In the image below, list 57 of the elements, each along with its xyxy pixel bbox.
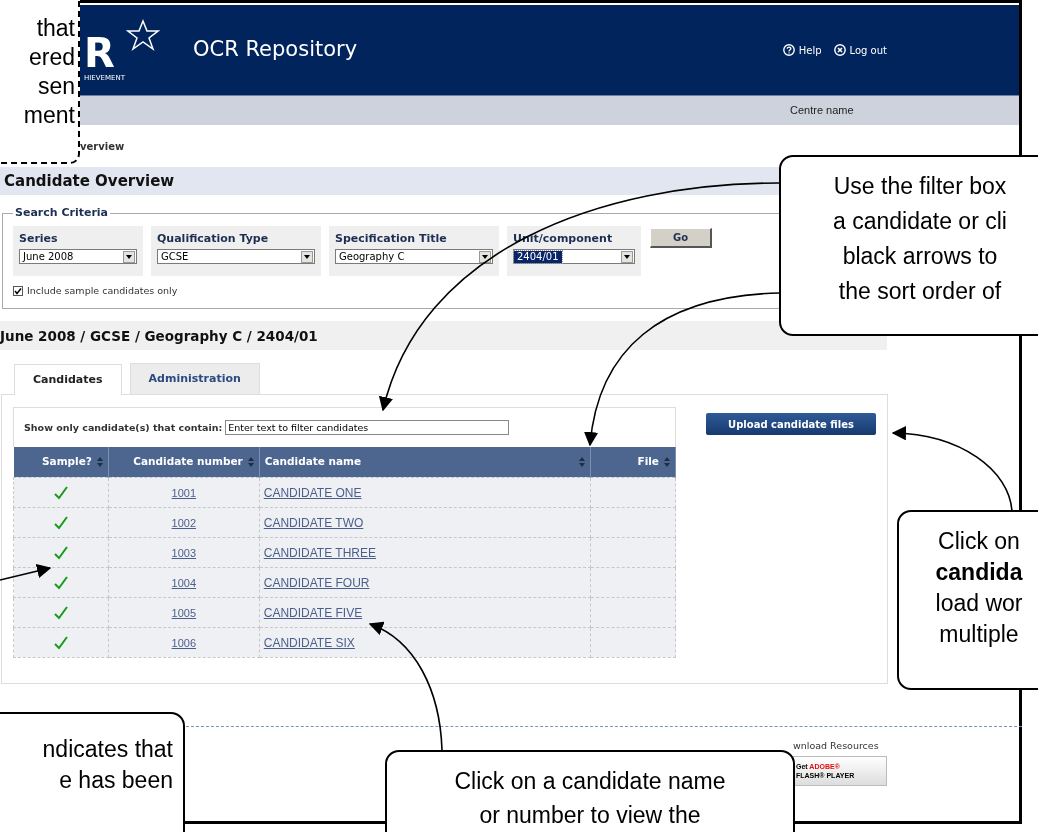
candidate-number-link[interactable]: 1002 — [171, 517, 197, 530]
candidate-name-link[interactable]: CANDIDATE TWO — [263, 516, 364, 531]
candidate-name-link[interactable]: CANDIDATE THREE — [263, 546, 376, 561]
dropdown[interactable]: GCSE — [157, 249, 315, 264]
filter-input[interactable]: Enter text to filter candidates — [225, 420, 510, 436]
go-button[interactable]: Go — [650, 227, 712, 248]
column-header[interactable]: Candidate name — [259, 447, 591, 478]
resources-heading: wnload Resources — [793, 739, 879, 754]
candidate-name-link[interactable]: CANDIDATE FOUR — [263, 576, 370, 591]
app-title: OCR Repository — [193, 36, 358, 64]
candidate-number-link[interactable]: 1003 — [171, 547, 197, 560]
tab[interactable]: Administration — [129, 363, 260, 395]
tab[interactable]: Candidates — [14, 364, 122, 396]
candidate-name-link[interactable]: CANDIDATE ONE — [263, 486, 362, 501]
help-icon — [782, 44, 795, 56]
header-link[interactable]: Help — [782, 42, 822, 58]
breadcrumb[interactable]: verview — [80, 138, 125, 154]
centre-name: Centre name — [790, 103, 854, 119]
logo-letter: R — [84, 33, 115, 73]
field-label: Qualification Type — [157, 230, 270, 247]
column-header[interactable]: Candidate number — [108, 447, 260, 478]
field-label: Series — [19, 230, 59, 247]
dropdown[interactable]: Geography C — [335, 249, 493, 264]
callout-note: Click on candida load wor multiple — [897, 510, 1038, 690]
selection-summary: June 2008 / GCSE / Geography C / 2404/01 — [0, 326, 318, 346]
sort-icon — [664, 457, 670, 467]
column-header[interactable]: File — [590, 447, 676, 478]
candidate-number-link[interactable]: 1004 — [171, 577, 197, 590]
callout-note: Click on a candidate name or number to view the — [385, 750, 795, 832]
upload-button[interactable]: Upload candidate files — [706, 413, 876, 436]
candidate-number-link[interactable]: 1005 — [171, 607, 197, 620]
dropdown-caret-icon — [621, 250, 633, 263]
sort-icon — [247, 457, 254, 467]
candidate-name-link[interactable]: CANDIDATE FIVE — [263, 606, 363, 621]
dropdown-caret-icon — [123, 250, 135, 263]
filter-label: Show only candidate(s) that contain: — [24, 420, 223, 435]
field-label: Specification Title — [335, 230, 448, 247]
panel-legend: Search Criteria — [13, 205, 111, 222]
checkbox-label: Include sample candidates only — [27, 284, 178, 298]
dropdown-caret-icon — [301, 250, 313, 263]
close-icon — [833, 44, 846, 56]
header-link[interactable]: Log out — [833, 42, 887, 58]
column-header[interactable]: Sample? — [13, 447, 109, 478]
page-title: Candidate Overview — [4, 170, 175, 192]
dropdown[interactable]: June 2008 — [19, 249, 137, 264]
sort-icon — [96, 457, 103, 467]
callout-note: ndicates that e has been — [0, 712, 185, 832]
sort-icon — [579, 457, 586, 467]
dropdown-caret-icon — [479, 250, 491, 263]
callout-note: that ered sen ment — [0, 0, 80, 164]
candidate-number-link[interactable]: 1006 — [171, 637, 197, 650]
candidate-name-link[interactable]: CANDIDATE SIX — [263, 636, 355, 651]
callout-note: Use the filter box a candidate or cli black arrows to the sort order of — [779, 155, 1038, 336]
star-logo-icon — [125, 19, 160, 51]
candidate-number-link[interactable]: 1001 — [171, 487, 197, 500]
dropdown[interactable]: 2404/01 — [513, 249, 635, 264]
checkbox[interactable] — [13, 286, 23, 297]
